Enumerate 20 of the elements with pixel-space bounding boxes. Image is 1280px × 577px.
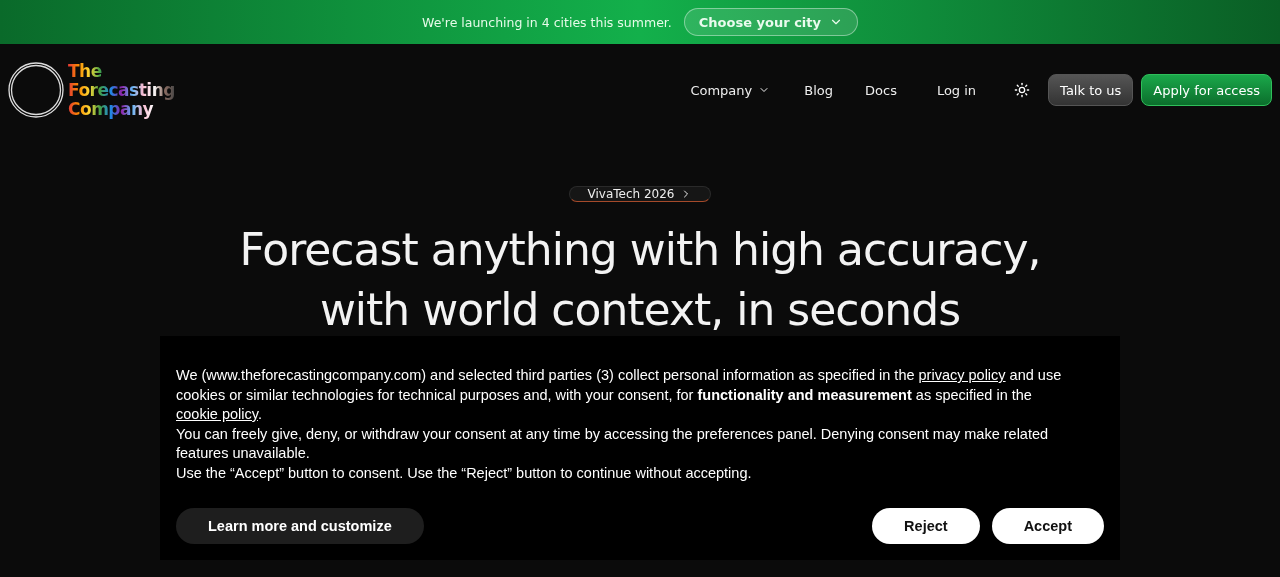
theme-toggle-icon[interactable]	[1014, 82, 1031, 98]
consent-button[interactable]: Accept	[991, 508, 1104, 544]
talk-button[interactable]: Talk to us	[1048, 74, 1134, 106]
consent-paragraph: We (www.theforecastingcompany.com) and selected third parties (3) collect personal information as specified in the privacy policy and use cookies or similar technologies for technical purposes and, with your consent, for functionality and measurement as specified in the cookie policy.	[176, 366, 1063, 424]
apply-button[interactable]: Apply for access	[1141, 74, 1272, 106]
logo-wordmark[interactable]: The Forecasting Company	[68, 61, 175, 119]
consent-paragraph: You can freely give, deny, or withdraw your consent at any time by accessing the preferences panel. Denying consent may make related features unavailable.	[176, 424, 1050, 463]
policy-link[interactable]: privacy policy	[918, 367, 1006, 383]
nav-link[interactable]: Blog	[804, 82, 833, 98]
consent-button[interactable]: Reject	[872, 508, 980, 544]
consent-paragraph: Use the “Accept” button to consent. Use the “Reject” button to continue without accepting.	[176, 463, 753, 483]
announcement-text: We're launching in 4 cities this summer.	[422, 14, 672, 30]
customize-button[interactable]: Learn more and customize	[176, 508, 424, 544]
nav-link[interactable]: Log in	[936, 82, 977, 98]
nav-menu[interactable]: Company	[690, 82, 771, 98]
policy-link[interactable]: cookie policy	[176, 406, 258, 422]
nav-link[interactable]: Docs	[865, 82, 897, 98]
event-badge[interactable]: VivaTech 2026	[568, 186, 712, 202]
hero-headline: Forecast anything with high accuracy, with world context, in seconds	[239, 223, 1041, 336]
ring-logo-icon	[8, 62, 64, 118]
